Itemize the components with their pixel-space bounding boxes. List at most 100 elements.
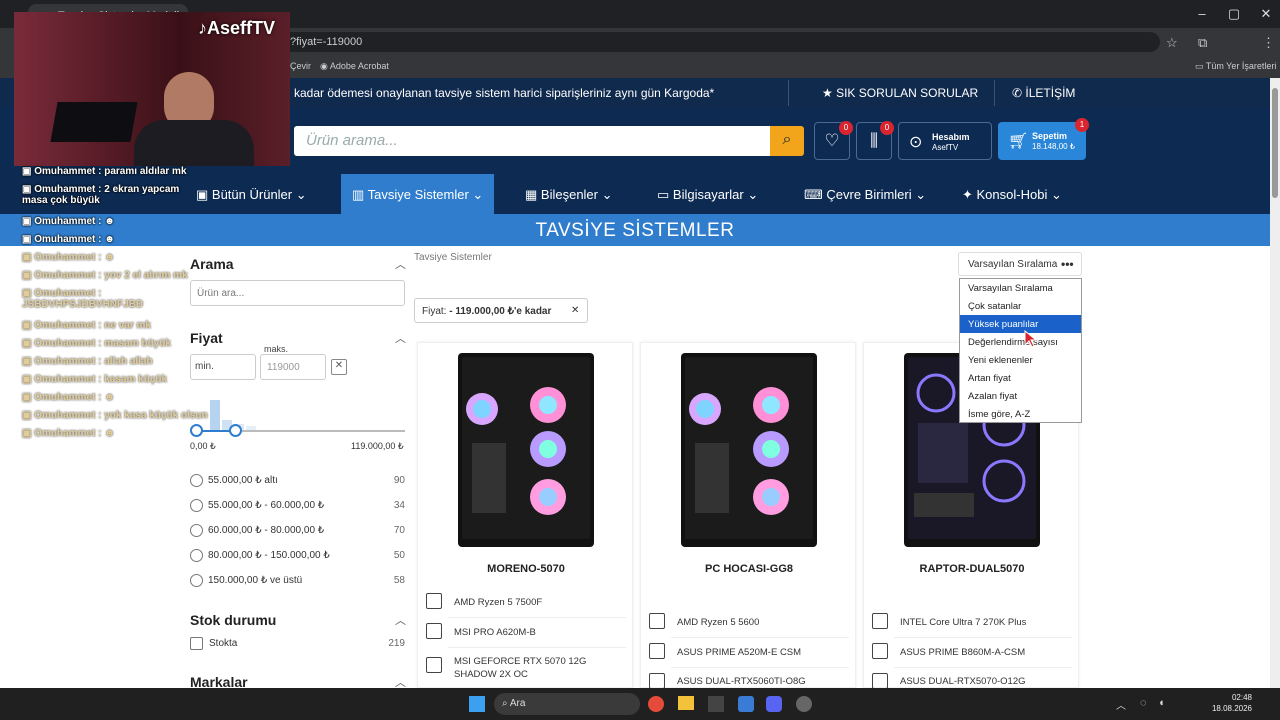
nav-computers[interactable]: ▭ Bilgisayarlar ⌄ xyxy=(657,174,758,214)
nav-components[interactable]: ▦ Bileşenler ⌄ xyxy=(525,174,613,214)
app-icon[interactable] xyxy=(708,696,724,712)
sort-option[interactable]: Varsayılan Sıralama xyxy=(960,279,1081,297)
extensions-icon[interactable]: ⧉ xyxy=(1198,35,1207,51)
sort-select[interactable]: Varsayılan Sıralama ••• xyxy=(958,252,1082,276)
nav-all-products[interactable]: ▣ Bütün Ürünler ⌄ xyxy=(196,174,307,214)
product-card[interactable]: PC HOCASI-GG8 AMD Ryzen 5 5600 ASUS PRIM… xyxy=(640,342,857,689)
sort-option[interactable]: Çok satanlar xyxy=(960,297,1081,315)
faq-link[interactable]: ★ SIK SORULAN SORULAR xyxy=(822,86,978,100)
volume-icon[interactable]: ◖ xyxy=(1158,697,1165,709)
clock-date[interactable]: 18.08.2026 xyxy=(1210,704,1252,713)
clock-time[interactable]: 02:48 xyxy=(1230,693,1252,702)
taskbar-search[interactable]: ⌕ Ara xyxy=(494,693,640,715)
site-search-input[interactable]: Ürün arama... xyxy=(294,126,770,156)
bar-chart-icon: ⫼ xyxy=(870,131,878,150)
clear-price-button[interactable]: ✕ xyxy=(331,359,347,375)
divider xyxy=(671,667,849,668)
acrobat-icon: ◉ xyxy=(320,61,330,71)
minimize-icon[interactable]: – xyxy=(1192,6,1212,21)
price-range-count: 58 xyxy=(393,575,405,586)
channel-label: AseffTV xyxy=(207,18,276,38)
motherboard-icon xyxy=(872,643,888,659)
contact-label: İLETİŞİM xyxy=(1025,86,1076,100)
in-stock-checkbox[interactable] xyxy=(190,637,203,650)
scrollbar-thumb[interactable] xyxy=(1272,88,1278,198)
gpu-icon xyxy=(872,673,888,689)
chat-user: Omuhammet xyxy=(34,410,96,421)
chat-user: Omuhammet xyxy=(34,392,96,403)
price-range-count: 34 xyxy=(393,500,405,511)
bookmark-translate[interactable]: Çevir xyxy=(290,61,311,71)
chat-text: JSBDVHPSJDBVHNFJBD xyxy=(22,299,144,310)
maximize-icon[interactable]: ▢ xyxy=(1224,6,1244,22)
chevron-up-icon[interactable]: ︿ xyxy=(395,330,406,346)
price-range-label: 60.000,00 ₺ - 80.000,00 ₺ xyxy=(208,525,325,536)
streamer-body xyxy=(134,120,254,166)
price-range-radio[interactable] xyxy=(190,524,203,537)
sort-option[interactable]: Değerlendirme sayısı xyxy=(960,333,1081,351)
price-slider-max-handle[interactable] xyxy=(229,424,242,437)
price-range-radio[interactable] xyxy=(190,549,203,562)
sidebar-search-input[interactable]: Ürün ara... xyxy=(190,280,405,306)
sort-option-highlighted[interactable]: Yüksek puanlılar xyxy=(960,315,1081,333)
star-icon[interactable]: ☆ xyxy=(1166,35,1178,51)
bookmark-acrobat[interactable]: ◉ Adobe Acrobat xyxy=(320,61,389,72)
page-scrollbar[interactable] xyxy=(1270,78,1280,688)
nav-peripherals[interactable]: ⌨ Çevre Birimleri ⌄ xyxy=(804,174,926,214)
price-range-label: 150.000,00 ₺ ve üstü xyxy=(208,575,303,586)
cart-button[interactable]: 🛒︎ Sepetim 18.148,00 ₺ xyxy=(998,122,1086,160)
active-filter-chip[interactable]: Fiyat: - 119.000,00 ₺'e kadar ✕ xyxy=(414,298,588,323)
nav-console-hobby[interactable]: ✦ Konsol-Hobi ⌄ xyxy=(962,174,1062,214)
tray-chevron-icon[interactable]: ︿ xyxy=(1116,697,1126,712)
histogram-bar xyxy=(210,400,220,430)
chevron-up-icon[interactable]: ︿ xyxy=(395,256,406,272)
sort-option[interactable]: Azalan fiyat xyxy=(960,387,1081,405)
price-slider-min-handle[interactable] xyxy=(190,424,203,437)
app-icon[interactable] xyxy=(796,696,812,712)
network-icon[interactable]: ◌ xyxy=(1140,697,1147,709)
app-icon[interactable] xyxy=(738,696,754,712)
price-min-input[interactable]: min. xyxy=(190,354,256,380)
discord-icon[interactable] xyxy=(766,696,782,712)
sort-selected-label: Varsayılan Sıralama xyxy=(968,259,1058,270)
contact-link[interactable]: ✆ İLETİŞİM xyxy=(1012,86,1075,100)
close-icon[interactable]: ✕ xyxy=(571,305,579,316)
divider xyxy=(994,80,995,106)
chrome-icon[interactable] xyxy=(648,696,664,712)
product-card[interactable]: MORENO-5070 AMD Ryzen 5 7500F MSI PRO A6… xyxy=(417,342,633,688)
price-range-radio[interactable] xyxy=(190,474,203,487)
price-max-input[interactable]: 119000 xyxy=(260,354,326,380)
product-name[interactable]: RAPTOR-DUAL5070 xyxy=(864,563,1080,575)
chevron-up-icon[interactable]: ︿ xyxy=(395,612,406,628)
chat-user: Omuhammet xyxy=(34,356,96,367)
file-explorer-icon[interactable] xyxy=(678,696,694,710)
spec-cpu: INTEL Core Ultra 7 270K Plus xyxy=(900,617,1027,628)
sort-option[interactable]: Artan fiyat xyxy=(960,369,1081,387)
nav-label: Bileşenler xyxy=(540,187,598,202)
price-range-max: 119.000,00 ₺ xyxy=(351,441,404,451)
search-icon: ⌕ xyxy=(782,131,792,148)
emote-icon: ☻ xyxy=(104,252,115,263)
user-icon: ⊙ xyxy=(909,134,923,151)
chevron-down-icon: ⌄ xyxy=(743,187,759,202)
price-range-radio[interactable] xyxy=(190,574,203,587)
page-title: TAVSİYE SİSTEMLER xyxy=(0,214,1270,246)
search-button[interactable]: ⌕ xyxy=(770,126,804,156)
menu-icon[interactable]: ⋮ xyxy=(1262,35,1275,51)
chat-message: ▣ Omuhammet : ☻ xyxy=(22,216,115,227)
search-filter-heading: Arama xyxy=(190,256,234,272)
nav-recommended-systems[interactable]: ▥ Tavsiye Sistemler ⌄ xyxy=(352,174,483,214)
chat-text: kasam küçük xyxy=(104,374,168,385)
sort-option[interactable]: Yeni eklenenler xyxy=(960,351,1081,369)
emote-icon: ☻ xyxy=(104,234,115,245)
price-range-radio[interactable] xyxy=(190,499,203,512)
account-button[interactable]: ⊙ Hesabım AsefTV xyxy=(898,122,992,160)
bookmark-all[interactable]: ▭ Tüm Yer İşaretleri xyxy=(1195,61,1276,72)
url-input[interactable]: ?fiyat=-119000 xyxy=(280,32,1160,52)
windows-start-icon[interactable] xyxy=(469,696,485,712)
product-name[interactable]: PC HOCASI-GG8 xyxy=(641,563,857,575)
product-name[interactable]: MORENO-5070 xyxy=(418,563,634,575)
sort-option[interactable]: İsme göre, A-Z xyxy=(960,405,1081,423)
close-window-icon[interactable]: ✕ xyxy=(1256,6,1276,22)
breadcrumb[interactable]: Tavsiye Sistemler xyxy=(414,252,492,263)
